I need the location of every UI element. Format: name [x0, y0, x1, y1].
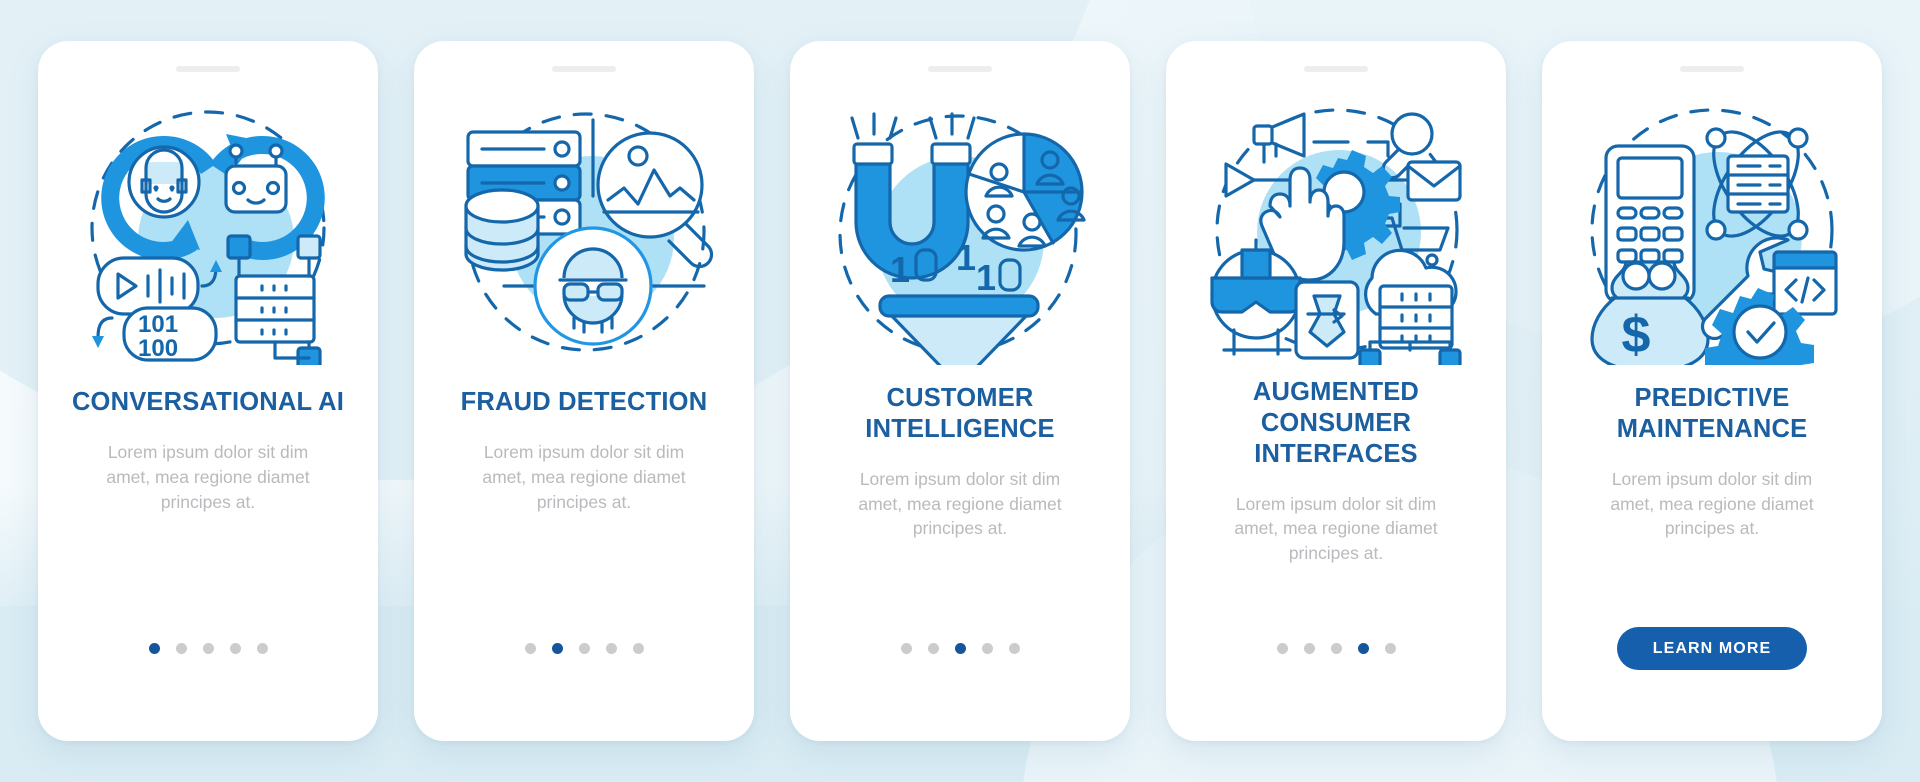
phone-speaker-notch: [176, 66, 240, 72]
onboarding-card-conversational-ai[interactable]: 101 100 CONVERSATIONAL AI Lorem ipsum do…: [38, 41, 378, 741]
svg-text:101: 101: [138, 311, 178, 338]
onboarding-card-customer-intelligence[interactable]: 1 1 1 CUSTOMER INTELLIGENCE Lorem ipsum …: [790, 41, 1130, 741]
customer-intelligence-illustration: 1 1 1: [828, 100, 1093, 365]
conversational-ai-illustration: 101 100: [76, 100, 341, 365]
pagination-dot-3[interactable]: [578, 643, 590, 654]
onboarding-card-list: 101 100 CONVERSATIONAL AI Lorem ipsum do…: [0, 0, 1920, 782]
pagination-dot-2[interactable]: [927, 643, 939, 654]
svg-text:$: $: [1621, 306, 1650, 364]
pagination-dot-1[interactable]: [1276, 643, 1288, 654]
card-description: Lorem ipsum dolor sit dim amet, mea regi…: [1234, 493, 1438, 564]
pagination-dot-4[interactable]: [605, 643, 617, 654]
learn-more-button[interactable]: LEARN MORE: [1616, 627, 1808, 670]
svg-text:1: 1: [890, 249, 910, 290]
pagination-dot-5[interactable]: [1008, 643, 1020, 654]
onboarding-stage: 101 100 CONVERSATIONAL AI Lorem ipsum do…: [0, 0, 1920, 782]
pagination-dots[interactable]: [900, 643, 1020, 654]
svg-text:1: 1: [956, 237, 976, 278]
fraud-detection-illustration: [452, 100, 717, 365]
onboarding-card-augmented-consumer-interfaces[interactable]: AUGMENTED CONSUMER INTERFACES Lorem ipsu…: [1166, 41, 1506, 741]
card-title: AUGMENTED CONSUMER INTERFACES: [1191, 377, 1481, 470]
card-title-line: INTELLIGENCE: [865, 414, 1055, 443]
phone-speaker-notch: [928, 66, 992, 72]
augmented-consumer-interfaces-illustration: [1204, 100, 1469, 365]
pagination-dot-1[interactable]: [524, 643, 536, 654]
card-title-line: AUGMENTED: [1252, 378, 1420, 406]
card-title-line: PREDICTIVE: [1634, 384, 1790, 412]
phone-speaker-notch: [1304, 66, 1368, 72]
pagination-dot-2[interactable]: [1303, 643, 1315, 654]
card-title: FRAUD DETECTION: [460, 388, 708, 416]
card-title: CONVERSATIONAL AI: [71, 388, 345, 416]
card-title-line: CUSTOMER: [886, 384, 1034, 412]
card-description: Lorem ipsum dolor sit dim amet, mea regi…: [1610, 468, 1814, 539]
onboarding-card-predictive-maintenance[interactable]: $ PREDICTIVE MAINTENANCE Lorem ipsum dol…: [1542, 41, 1882, 741]
svg-text:100: 100: [138, 335, 178, 362]
pagination-dot-2[interactable]: [175, 643, 187, 654]
phone-speaker-notch: [1680, 66, 1744, 72]
pagination-dot-3[interactable]: [202, 643, 214, 654]
pagination-dot-1[interactable]: [148, 643, 160, 654]
card-description: Lorem ipsum dolor sit dim amet, mea regi…: [482, 441, 686, 512]
predictive-maintenance-illustration: $: [1580, 100, 1845, 365]
pagination-dot-5[interactable]: [256, 643, 268, 654]
card-description: Lorem ipsum dolor sit dim amet, mea regi…: [858, 468, 1062, 539]
pagination-dots[interactable]: [1276, 643, 1396, 654]
phone-speaker-notch: [552, 66, 616, 72]
card-description: Lorem ipsum dolor sit dim amet, mea regi…: [106, 441, 310, 512]
pagination-dot-5[interactable]: [1384, 643, 1396, 654]
svg-text:1: 1: [976, 257, 996, 298]
pagination-dot-4[interactable]: [981, 643, 993, 654]
pagination-dot-4[interactable]: [1357, 643, 1369, 654]
pagination-dots[interactable]: [148, 643, 268, 654]
pagination-dot-2[interactable]: [551, 643, 563, 654]
pagination-dot-4[interactable]: [229, 643, 241, 654]
card-title-line: CONSUMER: [1260, 408, 1412, 437]
card-title: CUSTOMER INTELLIGENCE: [815, 383, 1105, 445]
card-title-line: MAINTENANCE: [1616, 414, 1808, 443]
pagination-dot-3[interactable]: [954, 643, 966, 654]
pagination-dot-3[interactable]: [1330, 643, 1342, 654]
card-title-line: INTERFACES: [1254, 439, 1418, 468]
card-title: PREDICTIVE MAINTENANCE: [1567, 383, 1857, 445]
onboarding-card-fraud-detection[interactable]: FRAUD DETECTION Lorem ipsum dolor sit di…: [414, 41, 754, 741]
pagination-dot-1[interactable]: [900, 643, 912, 654]
pagination-dots[interactable]: [524, 643, 644, 654]
pagination-dot-5[interactable]: [632, 643, 644, 654]
